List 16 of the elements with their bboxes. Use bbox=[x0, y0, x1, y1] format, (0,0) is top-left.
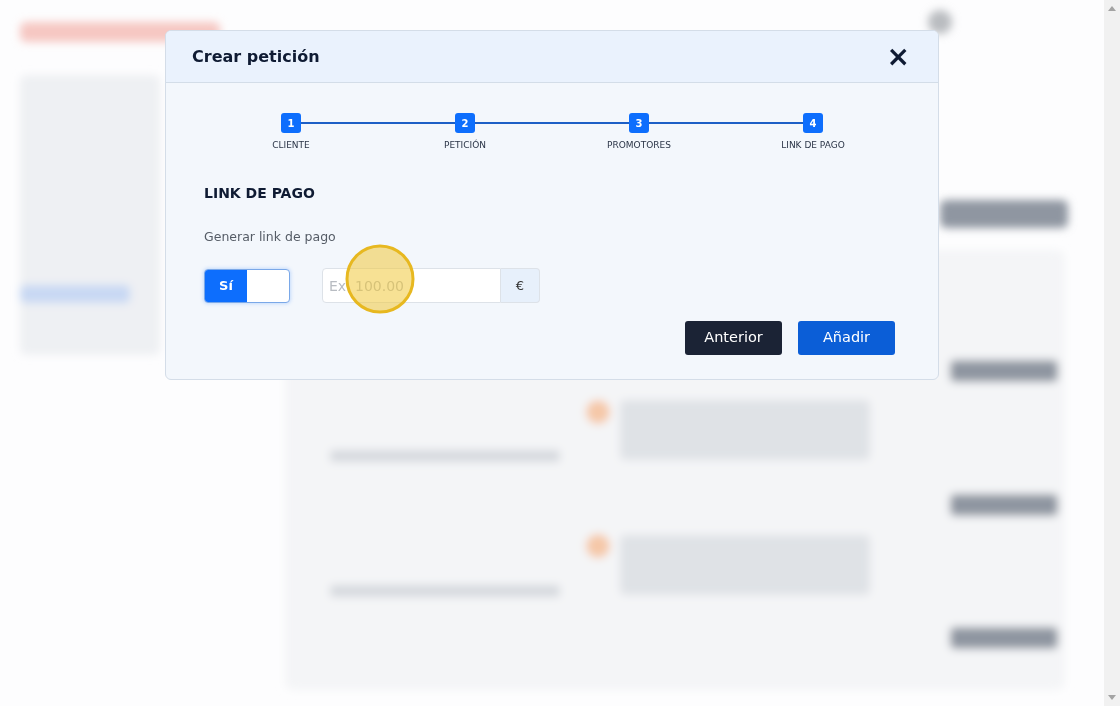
step-number: 1 bbox=[281, 113, 301, 133]
step-label: PROMOTORES bbox=[607, 139, 671, 152]
toggle-switch[interactable]: Sí bbox=[204, 268, 290, 303]
modal-title: Crear petición bbox=[192, 45, 320, 68]
step-number: 4 bbox=[803, 113, 823, 133]
currency-addon: € bbox=[501, 268, 540, 304]
step-label: CLIENTE bbox=[272, 139, 310, 152]
step-number: 3 bbox=[629, 113, 649, 133]
field-label: Generar link de pago bbox=[204, 227, 337, 246]
close-button[interactable]: × bbox=[884, 42, 912, 71]
step-label: PETICIÓN bbox=[444, 139, 486, 152]
step-label: LINK DE PAGO bbox=[781, 139, 845, 152]
add-button[interactable]: Añadir bbox=[798, 321, 895, 356]
step-number: 2 bbox=[455, 113, 475, 133]
previous-button[interactable]: Anterior bbox=[685, 321, 782, 356]
section-title: LINK DE PAGO bbox=[204, 183, 316, 203]
